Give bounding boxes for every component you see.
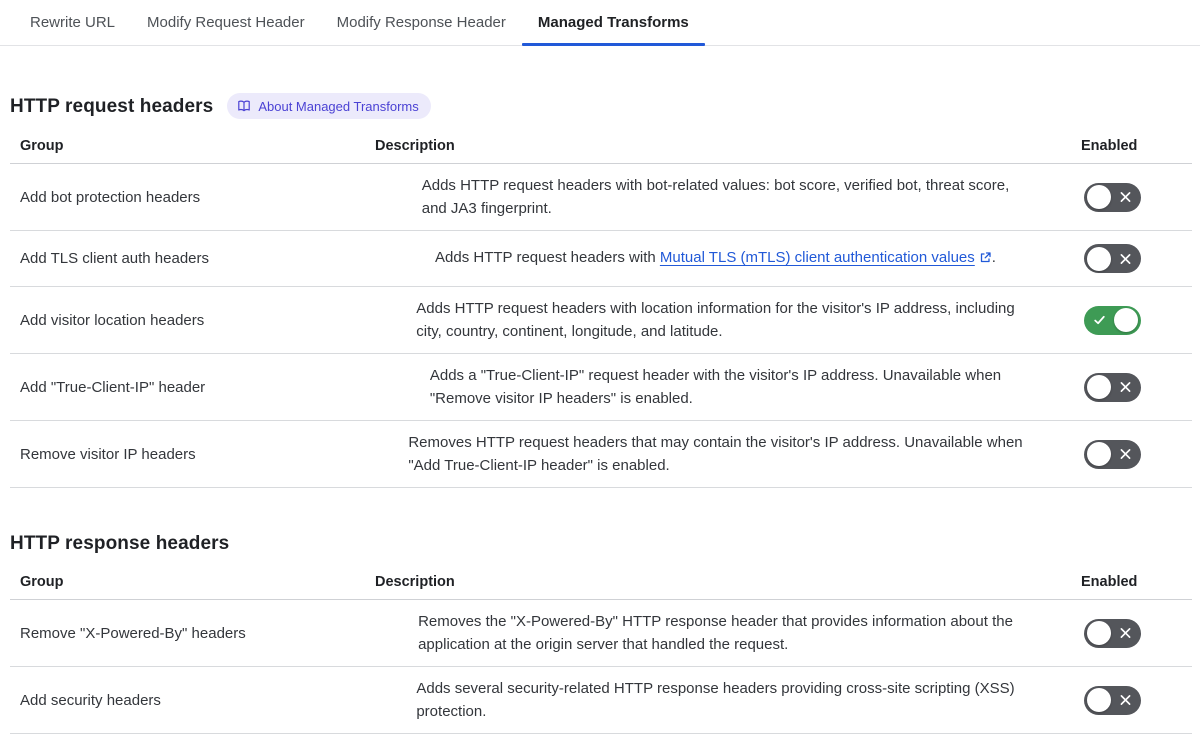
toggle-knob	[1087, 247, 1111, 271]
row-description-text: Adds HTTP request headers with Mutual TL…	[435, 246, 996, 271]
toggle-remove-visitor-ip-headers[interactable]	[1084, 440, 1141, 469]
table-row: Remove visitor IP headers Removes HTTP r…	[10, 421, 1192, 488]
table-header-row: Group Description Enabled	[10, 134, 1192, 164]
toggle-add-security-headers[interactable]	[1084, 686, 1141, 715]
toggle-knob	[1114, 308, 1138, 332]
tab-modify-request-header[interactable]: Modify Request Header	[131, 0, 321, 45]
row-description-text: Removes the "X-Powered-By" HTTP response…	[418, 610, 1013, 656]
row-group-label: Add TLS client auth headers	[10, 231, 375, 286]
response-headers-title: HTTP response headers	[10, 532, 229, 555]
x-icon	[1119, 448, 1132, 461]
tab-rewrite-url[interactable]: Rewrite URL	[14, 0, 131, 45]
column-header-group: Group	[10, 134, 375, 163]
external-link-icon	[979, 248, 992, 271]
toggle-knob	[1087, 375, 1111, 399]
row-description-text: Adds HTTP request headers with bot-relat…	[422, 174, 1010, 220]
row-group-label: Add security headers	[10, 673, 375, 728]
row-description-text: Removes HTTP request headers that may co…	[408, 431, 1022, 477]
column-header-description: Description	[375, 570, 1072, 599]
row-group-label: Add visitor location headers	[10, 293, 375, 348]
column-header-enabled: Enabled	[1072, 134, 1192, 163]
row-description-text: Adds several security-related HTTP respo…	[416, 677, 1014, 723]
check-icon	[1093, 314, 1106, 327]
table-row: Add TLS client auth headers Adds HTTP re…	[10, 231, 1192, 287]
x-icon	[1119, 252, 1132, 265]
toggle-knob	[1087, 621, 1111, 645]
badge-label: About Managed Transforms	[258, 100, 418, 113]
tab-bar: Rewrite URL Modify Request Header Modify…	[0, 0, 1200, 46]
toggle-add-bot-protection-headers[interactable]	[1084, 183, 1141, 212]
row-description-text: Adds a "True-Client-IP" request header w…	[430, 364, 1001, 410]
x-icon	[1119, 191, 1132, 204]
tab-managed-transforms[interactable]: Managed Transforms	[522, 0, 705, 45]
toggle-knob	[1087, 185, 1111, 209]
table-row: Add security headers Adds several securi…	[10, 667, 1192, 734]
x-icon	[1119, 381, 1132, 394]
row-description: Removes the "X-Powered-By" HTTP response…	[375, 600, 1072, 666]
table-header-row: Group Description Enabled	[10, 570, 1192, 600]
row-description: Removes HTTP request headers that may co…	[375, 421, 1072, 487]
tab-modify-response-header[interactable]: Modify Response Header	[321, 0, 522, 45]
column-header-group: Group	[10, 570, 375, 599]
x-icon	[1119, 694, 1132, 707]
response-headers-table: Group Description Enabled Remove "X-Powe…	[10, 570, 1192, 734]
toggle-add-visitor-location-headers[interactable]	[1084, 306, 1141, 335]
mtls-docs-link[interactable]: Mutual TLS (mTLS) client authentication …	[660, 249, 975, 266]
x-icon	[1119, 627, 1132, 640]
request-headers-table: Group Description Enabled Add bot protec…	[10, 134, 1192, 488]
toggle-knob	[1087, 688, 1111, 712]
table-row: Remove "X-Powered-By" headers Removes th…	[10, 600, 1192, 667]
row-description: Adds HTTP request headers with Mutual TL…	[375, 231, 1072, 286]
toggle-add-tls-client-auth-headers[interactable]	[1084, 244, 1141, 273]
toggle-remove-x-powered-by-headers[interactable]	[1084, 619, 1141, 648]
table-row: Add "True-Client-IP" header Adds a "True…	[10, 354, 1192, 421]
column-header-enabled: Enabled	[1072, 570, 1192, 599]
request-headers-title: HTTP request headers	[10, 95, 213, 118]
book-icon	[237, 99, 251, 113]
row-description: Adds several security-related HTTP respo…	[375, 667, 1072, 733]
row-group-label: Add bot protection headers	[10, 170, 375, 225]
table-row: Add bot protection headers Adds HTTP req…	[10, 164, 1192, 231]
toggle-add-true-client-ip-header[interactable]	[1084, 373, 1141, 402]
column-header-description: Description	[375, 134, 1072, 163]
row-description: Adds a "True-Client-IP" request header w…	[375, 354, 1072, 420]
row-description: Adds HTTP request headers with bot-relat…	[375, 164, 1072, 230]
row-group-label: Remove visitor IP headers	[10, 427, 375, 482]
row-description-text: Adds HTTP request headers with location …	[416, 297, 1014, 343]
row-description: Adds HTTP request headers with location …	[375, 287, 1072, 353]
about-managed-transforms-badge[interactable]: About Managed Transforms	[227, 93, 430, 119]
table-row: Add visitor location headers Adds HTTP r…	[10, 287, 1192, 354]
row-group-label: Remove "X-Powered-By" headers	[10, 606, 375, 661]
row-group-label: Add "True-Client-IP" header	[10, 360, 375, 415]
toggle-knob	[1087, 442, 1111, 466]
